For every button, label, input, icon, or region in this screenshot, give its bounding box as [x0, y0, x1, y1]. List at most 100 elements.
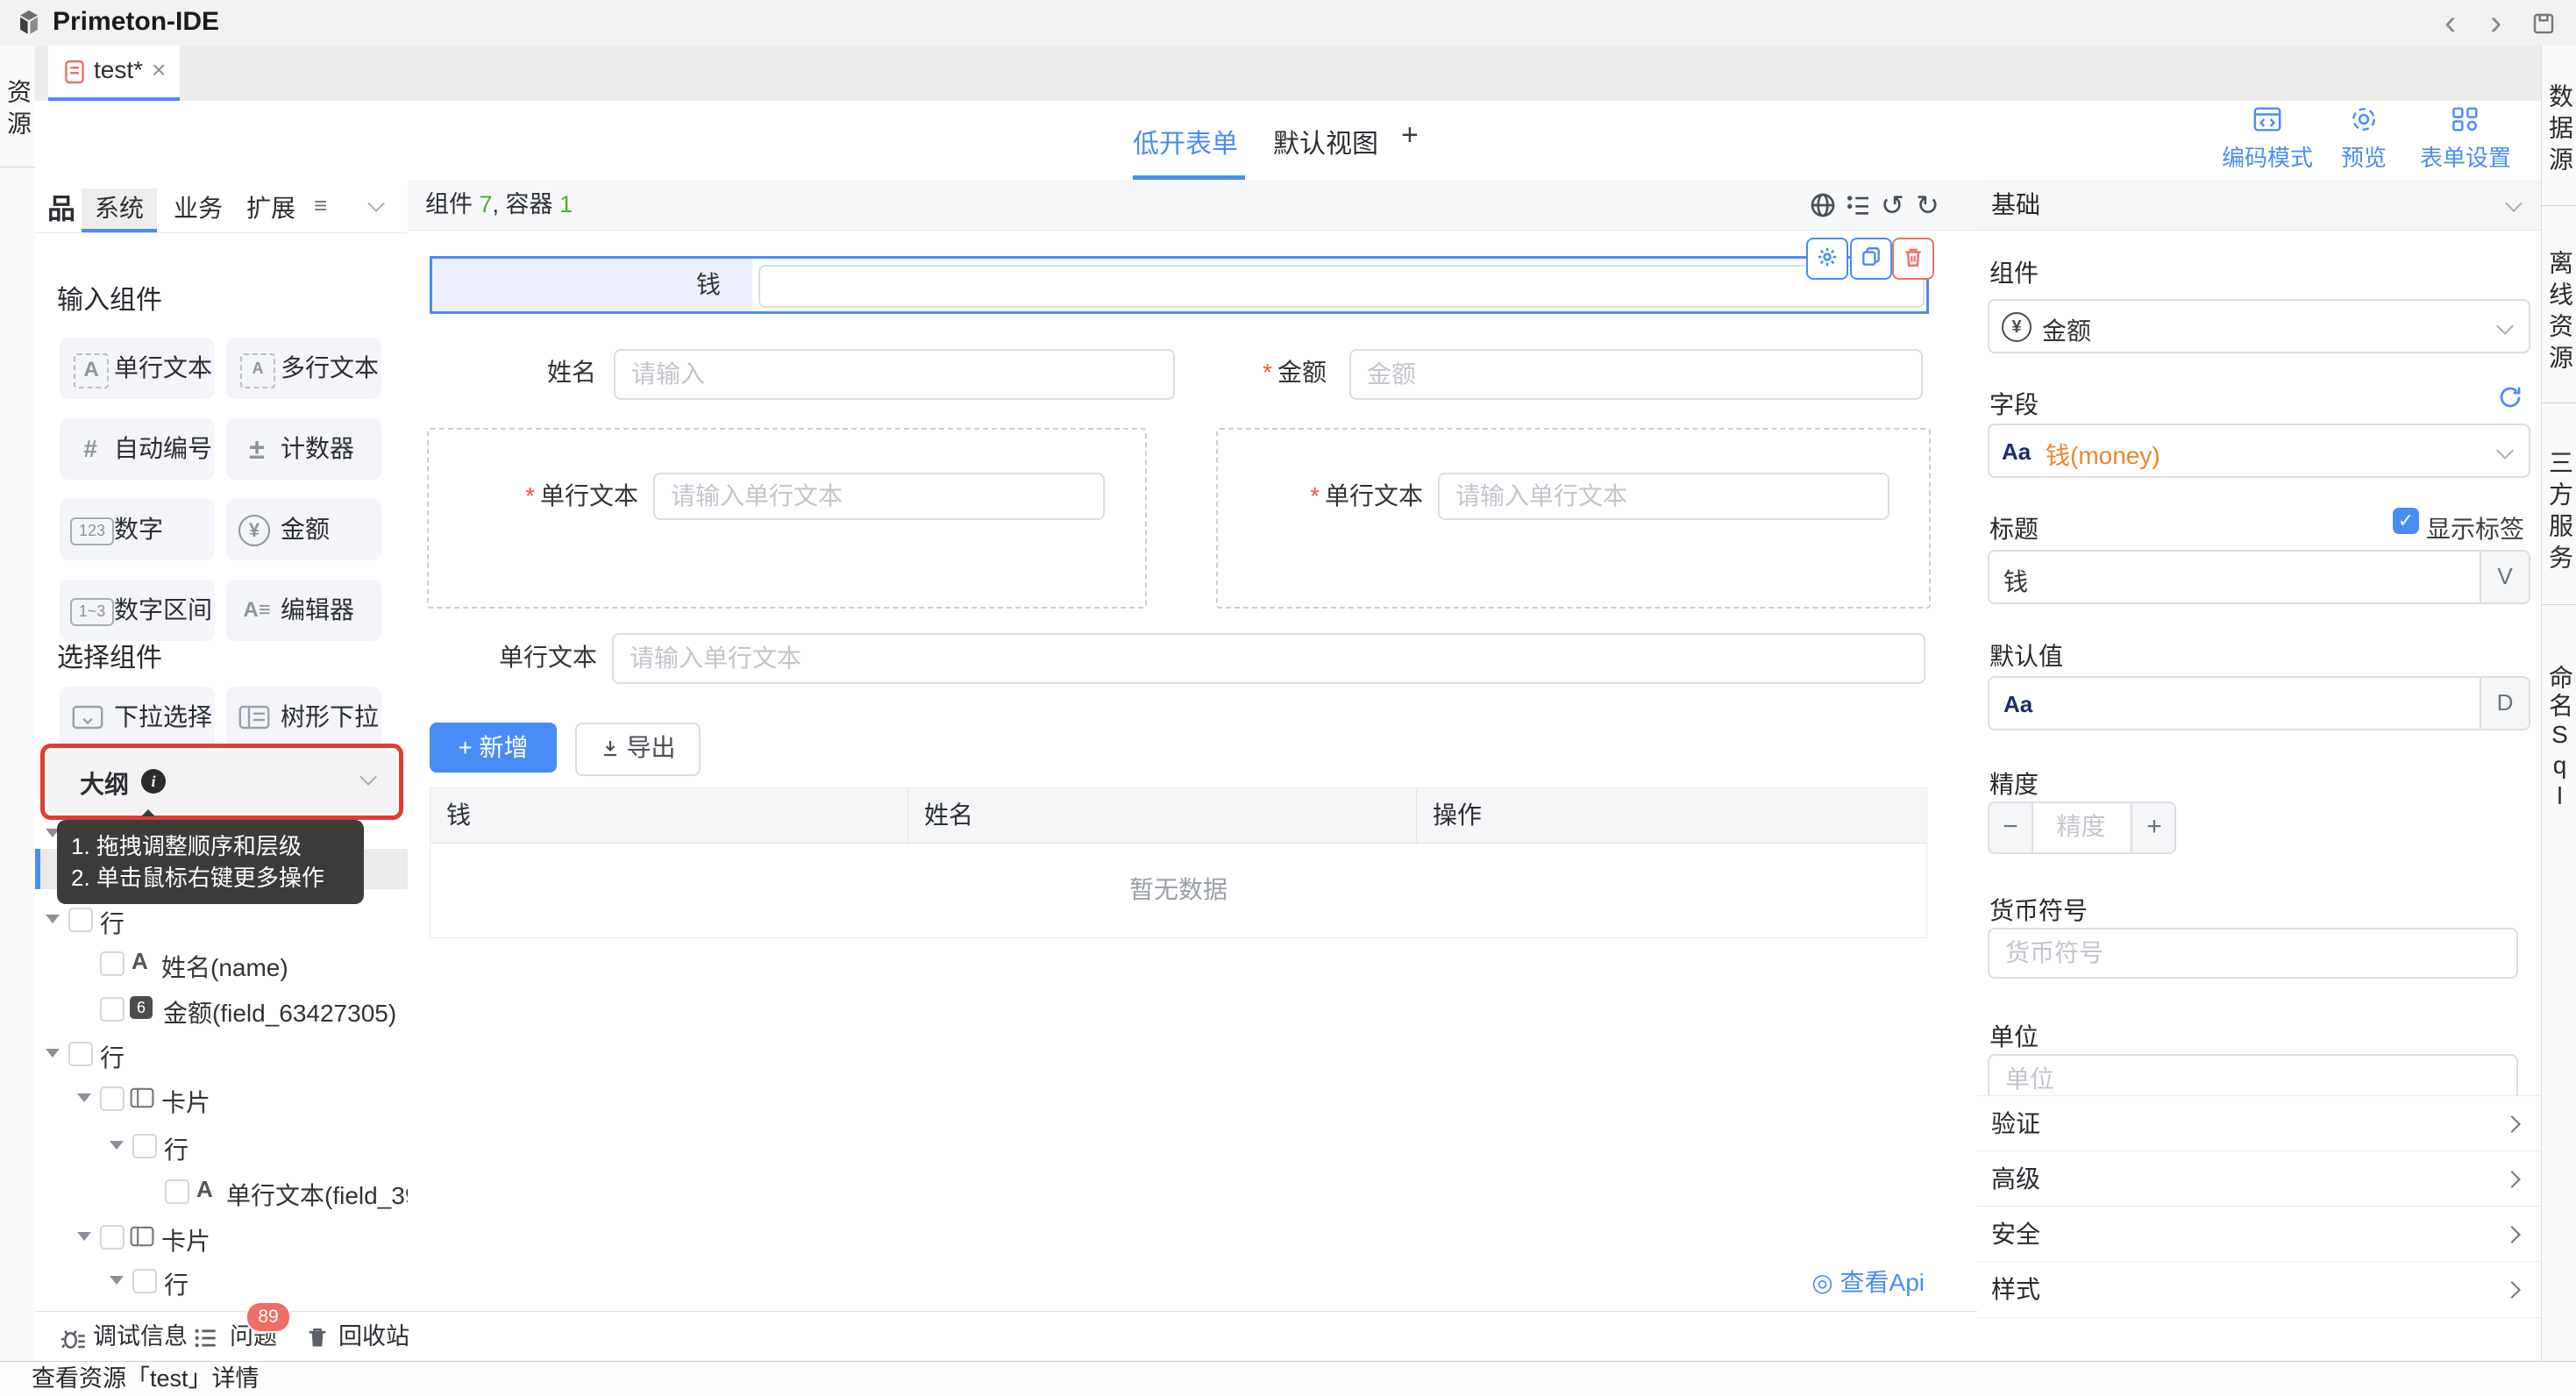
- palette-tab-extension[interactable]: 扩展: [241, 189, 301, 229]
- title-input[interactable]: 钱 V: [1988, 550, 2530, 604]
- precision-input[interactable]: 精度: [2033, 803, 2129, 852]
- props-section-security[interactable]: 安全: [1977, 1206, 2541, 1262]
- refresh-icon[interactable]: [2497, 384, 2523, 410]
- nav-forward-icon[interactable]: ›: [2490, 7, 2501, 39]
- props-section-validation[interactable]: 验证: [1977, 1095, 2541, 1151]
- tab-default-view[interactable]: 默认视图: [1273, 122, 1378, 160]
- tree-row-amount-field[interactable]: 6 金额(field_63427305): [35, 990, 408, 1029]
- add-row-button[interactable]: + 新增: [430, 723, 557, 773]
- checkbox[interactable]: [100, 1225, 125, 1250]
- debug-info-button[interactable]: 调试信息: [93, 1312, 188, 1362]
- dock-tab-namedsql[interactable]: 命名Sql: [2542, 624, 2576, 852]
- caret-down-icon[interactable]: [110, 1276, 124, 1285]
- component-copy-button[interactable]: [1850, 238, 1892, 280]
- props-section-basic[interactable]: 基础: [1977, 180, 2541, 231]
- view-api-link[interactable]: ◎ 查看Api: [1670, 1264, 1925, 1299]
- card-container[interactable]: *单行文本 请输入单行文本: [427, 428, 1147, 609]
- outline-tree-icon[interactable]: [1844, 191, 1872, 219]
- tab-lowcode-form[interactable]: 低开表单: [1133, 122, 1238, 160]
- palette-item-multi-text[interactable]: A 多行文本: [226, 338, 381, 399]
- palette-item-editor[interactable]: A≡ 编辑器: [226, 580, 381, 641]
- tree-row-single-text-field[interactable]: A 单行文本(field_391: [35, 1172, 408, 1211]
- tree-row-row[interactable]: 行: [35, 1127, 408, 1165]
- component-delete-button[interactable]: [1892, 238, 1934, 280]
- caret-down-icon[interactable]: [46, 1049, 60, 1058]
- selected-money-field[interactable]: 钱: [430, 256, 1929, 314]
- component-grid-icon[interactable]: 品: [47, 187, 75, 227]
- problems-list-icon[interactable]: [193, 1326, 217, 1350]
- money-field-input[interactable]: [758, 265, 1925, 308]
- nav-back-icon[interactable]: ‹: [2444, 7, 2456, 39]
- chevron-down-icon[interactable]: [367, 195, 385, 212]
- undo-icon[interactable]: ↺: [1881, 189, 1904, 221]
- palette-item-number[interactable]: 123 数字: [60, 499, 215, 560]
- code-mode-button[interactable]: 编码模式: [2197, 106, 2338, 173]
- title-variable-button[interactable]: V: [2480, 552, 2529, 602]
- single-text-input[interactable]: 请输入单行文本: [612, 633, 1925, 684]
- default-data-button[interactable]: D: [2480, 678, 2529, 729]
- default-value-input[interactable]: Aa D: [1988, 676, 2530, 730]
- show-label-checkbox[interactable]: ✓: [2393, 508, 2419, 534]
- column-header[interactable]: 操作: [1417, 788, 1926, 843]
- props-section-advanced[interactable]: 高级: [1977, 1150, 2541, 1207]
- field-select[interactable]: Aa 钱(money): [1988, 424, 2530, 478]
- recycle-trash-icon[interactable]: [305, 1325, 330, 1350]
- component-select[interactable]: ¥ 金额: [1988, 299, 2530, 353]
- checkbox[interactable]: [68, 1042, 93, 1066]
- close-icon[interactable]: ×: [152, 56, 166, 84]
- tree-row-card[interactable]: 卡片: [35, 1218, 408, 1257]
- name-field-input[interactable]: 请输入: [614, 349, 1175, 400]
- palette-tab-system[interactable]: 系统: [82, 189, 157, 229]
- checkbox[interactable]: [165, 1179, 189, 1204]
- palette-item-number-range[interactable]: 1~3 数字区间: [60, 580, 215, 641]
- add-view-button[interactable]: +: [1401, 118, 1419, 153]
- currency-symbol-input[interactable]: 货币符号: [1988, 928, 2518, 979]
- caret-down-icon[interactable]: [110, 1141, 124, 1150]
- info-icon[interactable]: i: [141, 769, 166, 794]
- stepper-plus-button[interactable]: +: [2131, 803, 2176, 852]
- checkbox[interactable]: [100, 951, 125, 976]
- checkbox[interactable]: [100, 1086, 125, 1111]
- doc-tab-test[interactable]: test* ×: [48, 46, 180, 97]
- outline-header-highlighted[interactable]: 大纲 i: [40, 744, 403, 820]
- single-text-input[interactable]: 请输入单行文本: [1438, 473, 1889, 520]
- caret-down-icon[interactable]: [77, 1232, 91, 1241]
- palette-item-dropdown[interactable]: 下拉选择: [60, 687, 215, 748]
- tree-row-row[interactable]: 行: [35, 901, 408, 939]
- tree-row-row[interactable]: 行: [35, 1262, 408, 1300]
- palette-item-counter[interactable]: ± 计数器: [226, 418, 381, 480]
- form-settings-button[interactable]: 表单设置: [2387, 106, 2544, 173]
- tree-row-card[interactable]: 卡片: [35, 1079, 408, 1118]
- dock-tab-offline[interactable]: 离线资源: [2542, 221, 2576, 405]
- column-header[interactable]: 姓名: [908, 788, 1417, 843]
- save-icon[interactable]: [2530, 11, 2557, 37]
- recycle-bin-button[interactable]: 回收站: [338, 1312, 409, 1362]
- tree-row-row[interactable]: 行: [35, 1035, 408, 1073]
- props-section-style[interactable]: 样式: [1977, 1261, 2541, 1318]
- palette-menu-icon[interactable]: ≡: [314, 192, 327, 219]
- dock-tab-thirdparty[interactable]: 三方服务: [2542, 421, 2576, 605]
- palette-item-auto-number[interactable]: # 自动编号: [60, 418, 215, 480]
- checkbox[interactable]: [132, 1269, 157, 1293]
- dock-tab-resources[interactable]: 资源: [0, 58, 35, 163]
- palette-item-money[interactable]: ¥ 金额: [226, 499, 381, 560]
- caret-down-icon[interactable]: [77, 1093, 91, 1102]
- palette-tab-business[interactable]: 业务: [168, 189, 228, 229]
- debug-bug-icon[interactable]: [60, 1325, 86, 1351]
- tree-row-name-field[interactable]: A 姓名(name): [35, 944, 408, 983]
- checkbox[interactable]: [68, 908, 93, 932]
- amount-field-input[interactable]: 金额: [1349, 349, 1923, 400]
- caret-down-icon[interactable]: [46, 915, 60, 923]
- export-button[interactable]: 导出: [575, 723, 701, 776]
- i18n-globe-icon[interactable]: [1809, 191, 1837, 219]
- single-text-input[interactable]: 请输入单行文本: [653, 473, 1105, 520]
- palette-item-tree-dropdown[interactable]: 树形下拉: [226, 687, 381, 748]
- component-settings-button[interactable]: [1806, 238, 1848, 280]
- checkbox[interactable]: [100, 997, 125, 1022]
- redo-icon[interactable]: ↻: [1916, 189, 1939, 221]
- dock-tab-datasource[interactable]: 数据源: [2542, 56, 2576, 205]
- column-header[interactable]: 钱: [431, 788, 908, 843]
- checkbox[interactable]: [132, 1134, 157, 1158]
- card-container[interactable]: *单行文本 请输入单行文本: [1216, 428, 1931, 609]
- palette-item-single-text[interactable]: A 单行文本: [60, 338, 215, 399]
